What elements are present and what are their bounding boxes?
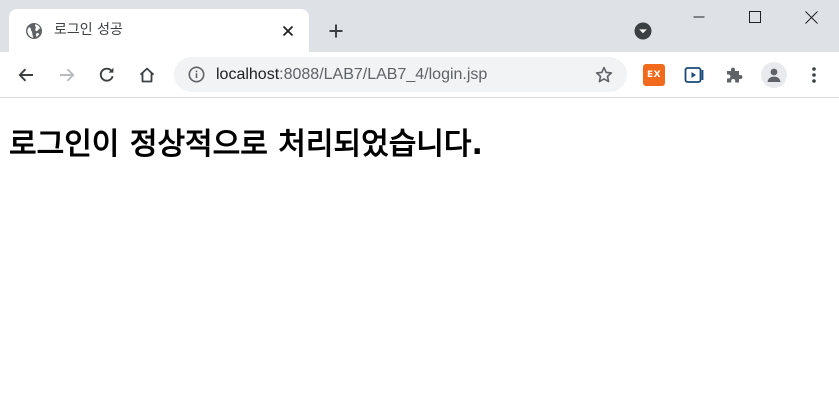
tab-title: 로그인 성공 bbox=[54, 22, 123, 38]
maximize-icon[interactable] bbox=[727, 0, 783, 34]
browser-toolbar: localhost:8088/LAB7/LAB7_4/login.jsp EX bbox=[0, 52, 839, 97]
avatar bbox=[761, 62, 787, 88]
puzzle-icon[interactable] bbox=[720, 61, 748, 89]
browser-tab[interactable]: 로그인 성공 bbox=[9, 9, 309, 52]
plus-icon[interactable] bbox=[322, 17, 350, 45]
page-content: 로그인이 정상적으로 처리되었습니다. bbox=[0, 98, 839, 414]
chevron-down-circle-icon[interactable] bbox=[631, 19, 655, 43]
tab-strip: 로그인 성공 bbox=[0, 0, 839, 52]
home-icon[interactable] bbox=[132, 60, 162, 90]
page-heading: 로그인이 정상적으로 처리되었습니다. bbox=[9, 127, 483, 162]
address-bar[interactable]: localhost:8088/LAB7/LAB7_4/login.jsp bbox=[174, 57, 627, 92]
more-vert-icon[interactable] bbox=[800, 61, 828, 89]
url-host: localhost bbox=[216, 66, 280, 83]
ex-badge-label: EX bbox=[643, 64, 665, 86]
minimize-icon[interactable] bbox=[671, 0, 727, 34]
ex-extension-icon[interactable]: EX bbox=[640, 61, 668, 89]
url-text[interactable]: localhost:8088/LAB7/LAB7_4/login.jsp bbox=[216, 65, 487, 85]
reload-icon[interactable] bbox=[92, 60, 122, 90]
info-icon[interactable] bbox=[188, 66, 205, 83]
window-close-icon[interactable] bbox=[783, 0, 839, 34]
globe-icon bbox=[25, 22, 43, 40]
arrow-right-icon[interactable] bbox=[52, 60, 82, 90]
profile-icon[interactable] bbox=[760, 61, 788, 89]
media-extension-icon[interactable] bbox=[680, 61, 708, 89]
close-icon[interactable] bbox=[277, 20, 299, 42]
star-icon[interactable] bbox=[593, 64, 615, 86]
url-path: :8088/LAB7/LAB7_4/login.jsp bbox=[279, 66, 488, 83]
arrow-left-icon[interactable] bbox=[11, 60, 41, 90]
